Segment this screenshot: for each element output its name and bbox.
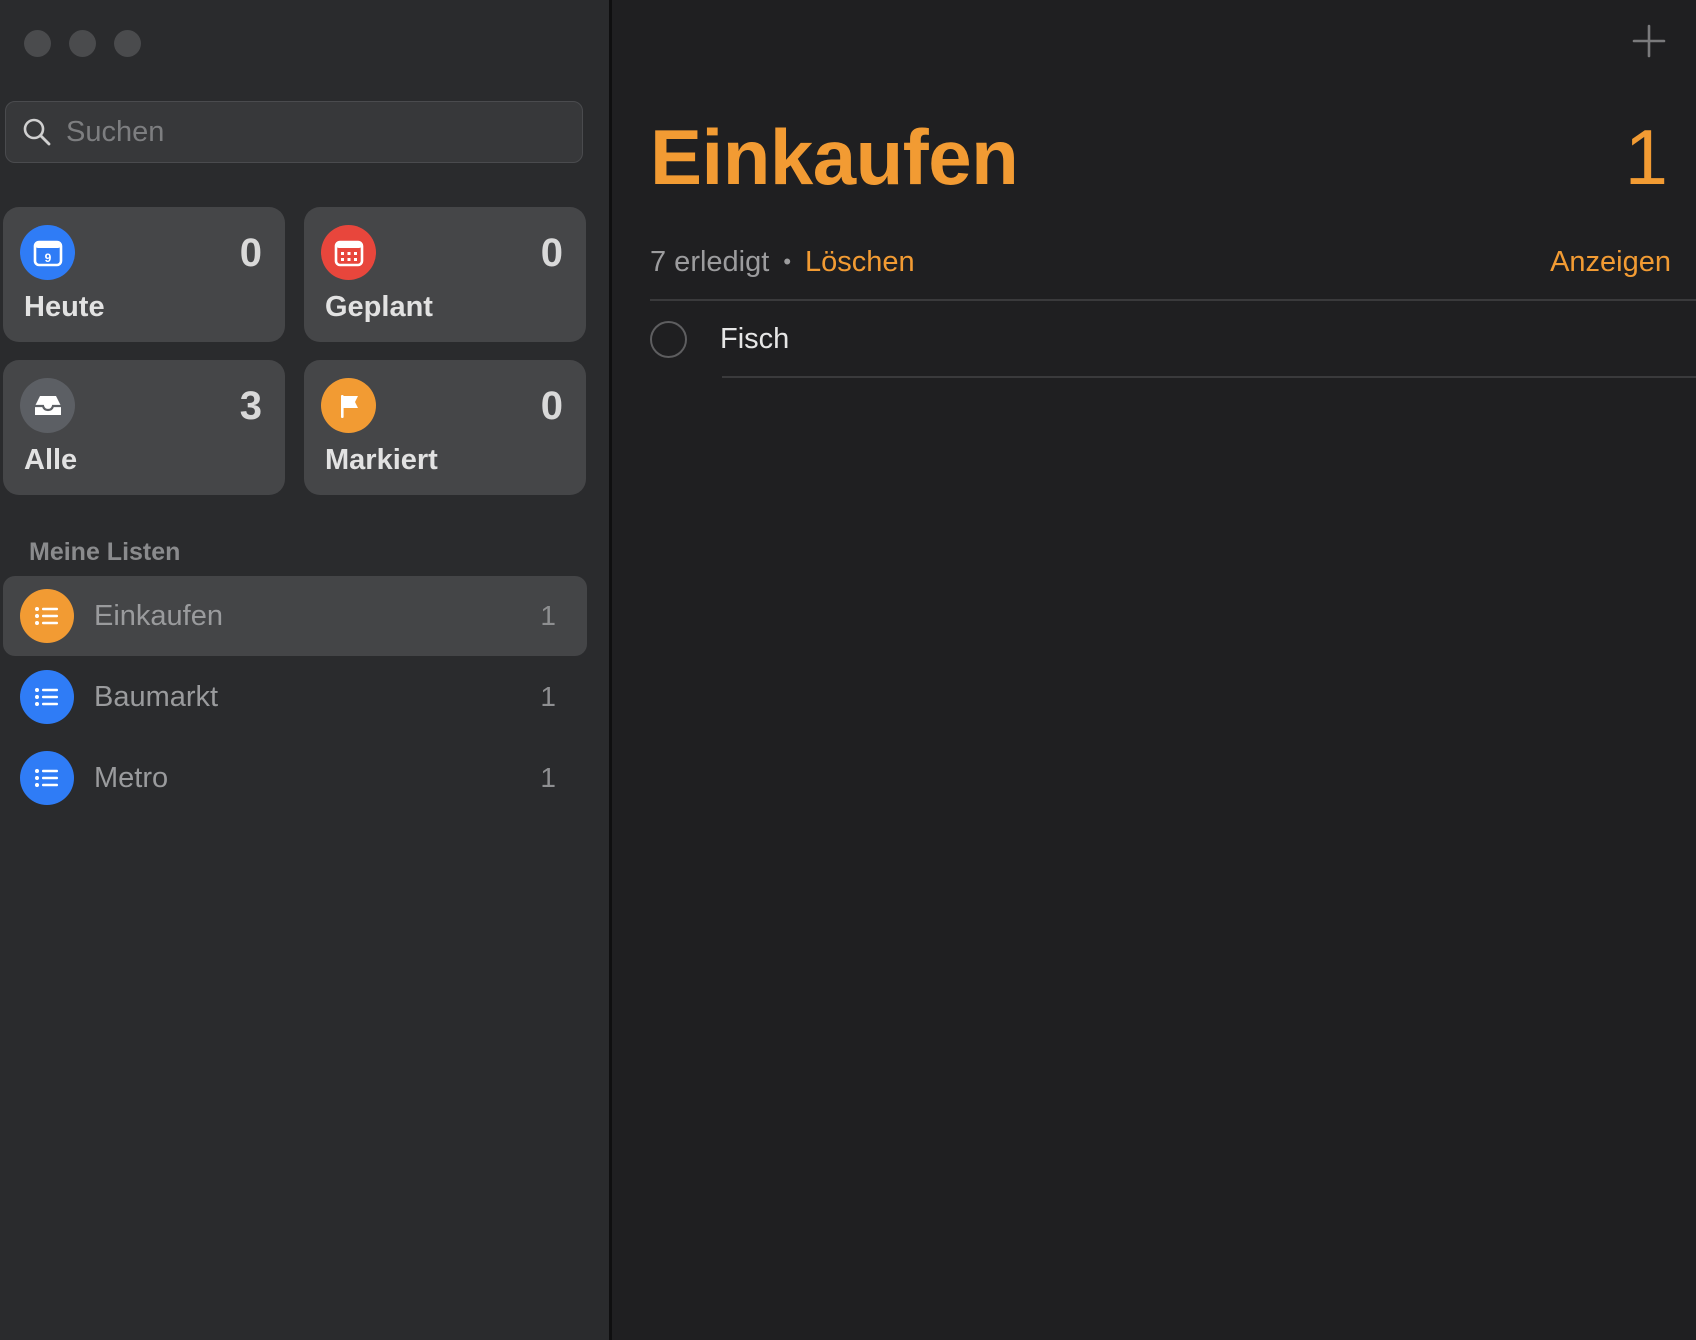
- reminder-row[interactable]: Fisch: [650, 316, 1696, 362]
- smart-list-count: 0: [239, 231, 262, 275]
- list-title: Einkaufen: [650, 113, 1019, 201]
- show-completed-button[interactable]: Anzeigen: [1550, 246, 1671, 279]
- list-name: Baumarkt: [94, 680, 219, 713]
- bulleted-list-icon: [20, 670, 74, 724]
- smart-list-label: Alle: [24, 444, 78, 476]
- reminders-window: 9 0 Heute 0: [0, 0, 1696, 1340]
- list-name: Metro: [94, 761, 169, 794]
- smart-list-all[interactable]: 3 Alle: [3, 360, 285, 495]
- completed-count: 7 erledigt: [650, 245, 770, 278]
- list-count: 1: [540, 681, 556, 712]
- list-count: 1: [540, 600, 556, 631]
- list-item-einkaufen[interactable]: Einkaufen 1: [3, 576, 587, 656]
- clear-completed-button[interactable]: Löschen: [805, 246, 915, 279]
- zoom-window-button[interactable]: [114, 30, 141, 57]
- smart-list-label: Markiert: [325, 444, 438, 476]
- smart-list-count: 0: [540, 384, 563, 428]
- reminder-checkbox[interactable]: [650, 320, 687, 358]
- flag-icon: [321, 378, 376, 433]
- search-input[interactable]: [66, 115, 582, 149]
- smart-list-count: 0: [540, 231, 563, 275]
- smart-list-count: 3: [239, 384, 262, 428]
- smart-lists: 9 0 Heute 0 Geplant 3 Alle 0 Markiert: [3, 207, 587, 495]
- reminder-title[interactable]: Fisch: [720, 323, 789, 356]
- search-field[interactable]: [5, 101, 583, 163]
- list-detail: Einkaufen 1 7 erledigt • Löschen Anzeige…: [612, 0, 1696, 1340]
- list-item-metro[interactable]: Metro 1: [3, 738, 587, 818]
- bulleted-list-icon: [20, 751, 74, 805]
- minimize-window-button[interactable]: [69, 30, 96, 57]
- smart-list-flagged[interactable]: 0 Markiert: [304, 360, 586, 495]
- calendar-grid-icon: [321, 225, 376, 280]
- calendar-today-icon: 9: [20, 225, 75, 280]
- window-controls: [24, 30, 141, 57]
- add-reminder-button[interactable]: [1630, 22, 1668, 60]
- separator-dot-icon: •: [783, 249, 792, 274]
- divider: [722, 376, 1696, 378]
- smart-list-label: Heute: [24, 291, 105, 323]
- list-total-count: 1: [1624, 113, 1668, 201]
- list-item-baumarkt[interactable]: Baumarkt 1: [3, 657, 587, 737]
- my-lists: Einkaufen 1 Baumarkt 1 Metro 1: [3, 576, 587, 819]
- smart-list-today[interactable]: 9 0 Heute: [3, 207, 285, 342]
- svg-text:9: 9: [44, 251, 51, 265]
- completed-status: 7 erledigt • Löschen Anzeigen: [650, 244, 1671, 280]
- inbox-tray-icon: [20, 378, 75, 433]
- sidebar: 9 0 Heute 0: [0, 0, 612, 1340]
- search-icon: [22, 117, 52, 147]
- bulleted-list-icon: [20, 589, 74, 643]
- list-count: 1: [540, 762, 556, 793]
- close-window-button[interactable]: [24, 30, 51, 57]
- list-name: Einkaufen: [94, 599, 223, 632]
- divider: [650, 299, 1696, 301]
- smart-list-scheduled[interactable]: 0 Geplant: [304, 207, 586, 342]
- smart-list-label: Geplant: [325, 291, 433, 323]
- my-lists-header: Meine Listen: [29, 538, 181, 566]
- plus-icon: [1632, 24, 1666, 58]
